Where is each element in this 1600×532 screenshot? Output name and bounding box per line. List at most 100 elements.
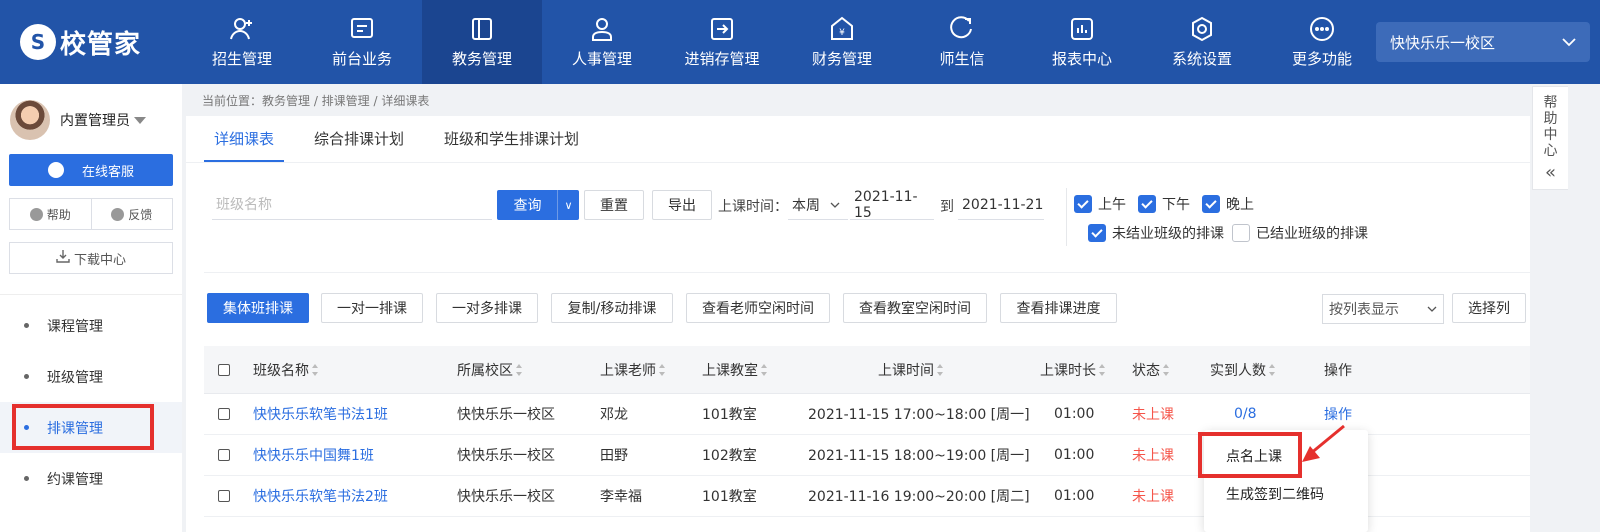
nav-item-front-desk[interactable]: 前台业务	[302, 0, 422, 84]
tab-overall-plan[interactable]: 综合排课计划	[304, 116, 414, 162]
teacher-free-time-button[interactable]: 查看老师空闲时间	[686, 293, 830, 323]
col-classroom[interactable]: 上课教室	[702, 346, 768, 393]
morning-checkbox[interactable]: 上午	[1074, 194, 1126, 214]
help-char: 心	[1543, 143, 1558, 159]
query-button[interactable]: 查询	[497, 190, 558, 220]
feedback-label: 反馈	[128, 207, 153, 222]
checkbox-icon	[218, 490, 230, 502]
room-free-time-button[interactable]: 查看教室空闲时间	[843, 293, 987, 323]
nav-label: 师生信	[939, 49, 985, 68]
export-button[interactable]: 导出	[652, 190, 712, 220]
nav-item-hr[interactable]: 人事管理	[542, 0, 662, 84]
question-icon	[29, 207, 43, 221]
col-label: 上课老师	[600, 362, 656, 379]
classroom-cell: 101教室	[702, 489, 757, 505]
col-status[interactable]: 状态	[1132, 346, 1170, 393]
evening-checkbox[interactable]: 晚上	[1202, 194, 1254, 214]
logo[interactable]: S 校管家	[20, 24, 141, 60]
tab-detailed-schedule[interactable]: 详细课表	[204, 116, 285, 162]
col-class-name[interactable]: 班级名称	[253, 346, 319, 393]
nav-item-reports[interactable]: 报表中心	[1022, 0, 1142, 84]
campus-selector[interactable]: 快快乐乐一校区	[1376, 22, 1590, 62]
help-char: 帮	[1543, 95, 1558, 111]
view-mode-value: 按列表显示	[1329, 302, 1399, 318]
group-class-schedule-button[interactable]: 集体班排课	[207, 293, 309, 323]
col-attendance[interactable]: 实到人数	[1210, 346, 1276, 393]
double-chevron-down-icon[interactable]: ∨	[557, 190, 579, 220]
sidebar-item-classes[interactable]: 班级管理	[0, 351, 182, 402]
one-to-many-schedule-button[interactable]: 一对多排课	[436, 293, 538, 323]
col-duration[interactable]: 上课时长	[1040, 346, 1106, 393]
highlight-box-roll-call	[1198, 432, 1302, 478]
sidebar: 内置管理员 在线客服 帮助 反馈 下载中心 课程管理 班级管理 排课管理 约课管…	[0, 84, 182, 532]
nav-item-settings[interactable]: 系统设置	[1142, 0, 1262, 84]
view-mode-select[interactable]: 按列表显示	[1322, 294, 1444, 324]
nav-item-admissions[interactable]: 招生管理	[182, 0, 302, 84]
campus-label: 快快乐乐一校区	[1390, 33, 1496, 52]
copy-move-schedule-button[interactable]: 复制/移动排课	[551, 293, 673, 323]
nav-item-messages[interactable]: 师生信	[902, 0, 1022, 84]
row-checkbox[interactable]	[218, 394, 230, 434]
status-cell: 未上课	[1132, 448, 1174, 464]
highlight-box-scheduling	[12, 404, 154, 450]
col-campus[interactable]: 所属校区	[457, 346, 523, 393]
select-columns-button[interactable]: 选择列	[1452, 293, 1526, 323]
period-select[interactable]: 本周	[788, 190, 848, 220]
one-to-one-schedule-button[interactable]: 一对一排课	[321, 293, 423, 323]
attendance-link[interactable]: 0/8	[1234, 394, 1257, 434]
online-service-button[interactable]: 在线客服	[9, 154, 173, 186]
class-name-link[interactable]: 快快乐乐中国舞1班	[253, 435, 374, 475]
select-all-checkbox[interactable]	[218, 346, 230, 393]
feedback-button[interactable]: 反馈	[90, 199, 173, 229]
afternoon-checkbox[interactable]: 下午	[1138, 194, 1190, 214]
reset-button[interactable]: 重置	[584, 190, 644, 220]
nav-label: 报表中心	[1051, 49, 1112, 68]
sort-icon	[937, 363, 944, 376]
nav-item-finance[interactable]: ¥ 财务管理	[782, 0, 902, 84]
user-menu[interactable]: 内置管理员	[10, 100, 146, 140]
row-checkbox[interactable]	[218, 476, 230, 516]
settings-icon	[1189, 16, 1215, 42]
help-label: 帮助	[46, 207, 71, 222]
nav-label: 系统设置	[1171, 49, 1232, 68]
nav-item-more[interactable]: 更多功能	[1262, 0, 1382, 84]
sidebar-item-courses[interactable]: 课程管理	[0, 300, 182, 351]
help-center-tab[interactable]: 帮 助 中 心 «	[1532, 86, 1568, 190]
tab-class-student-plan[interactable]: 班级和学生排课计划	[434, 116, 589, 162]
class-time-label: 上课时间：	[718, 199, 788, 215]
date-from-input[interactable]: 2021-11-15	[850, 189, 934, 221]
double-chevron-left-icon: «	[1544, 162, 1556, 183]
class-name-input[interactable]	[212, 190, 492, 220]
checkbox-icon	[218, 449, 230, 461]
bullet-icon	[24, 476, 29, 481]
class-name-link[interactable]: 快快乐乐软笔书法2班	[253, 476, 388, 516]
class-name-link[interactable]: 快快乐乐软笔书法1班	[253, 394, 388, 434]
unfinished-class-checkbox[interactable]: 未结业班级的排课	[1088, 223, 1224, 243]
date-to-input[interactable]: 2021-11-21	[958, 190, 1044, 220]
col-label: 上课时间	[878, 362, 934, 379]
finished-class-checkbox[interactable]: 已结业班级的排课	[1232, 223, 1368, 243]
nav-item-academic[interactable]: 教务管理	[422, 0, 542, 84]
chat-bubble-icon	[47, 162, 64, 178]
sidebar-item-booking[interactable]: 约课管理	[0, 453, 182, 504]
finance-icon: ¥	[829, 16, 855, 42]
help-button[interactable]: 帮助	[10, 199, 91, 229]
sort-icon	[659, 363, 666, 376]
nav-item-inventory[interactable]: 进销存管理	[662, 0, 782, 84]
menu-item-generate-qr[interactable]: 生成签到二维码	[1226, 484, 1324, 504]
time-cell: 2021-11-16 19:00~20:00 [周二]	[808, 489, 1030, 505]
sort-icon	[312, 363, 319, 376]
user-name: 内置管理员	[60, 113, 130, 129]
schedule-progress-button[interactable]: 查看排课进度	[1000, 293, 1117, 323]
window-icon	[349, 16, 375, 42]
logo-text: 校管家	[60, 29, 142, 60]
tab-bar: 详细课表 综合排课计划 班级和学生排课计划	[204, 116, 609, 162]
col-class-time[interactable]: 上课时间	[878, 346, 944, 393]
col-teacher[interactable]: 上课老师	[600, 346, 666, 393]
row-checkbox[interactable]	[218, 435, 230, 475]
sort-icon	[1269, 363, 1276, 376]
person-icon	[589, 16, 615, 42]
period-value: 本周	[792, 197, 820, 214]
download-center-button[interactable]: 下载中心	[9, 242, 173, 274]
table-header: 班级名称 所属校区 上课老师 上课教室 上课时间 上课时长 状态 实到人数 操作	[204, 346, 1530, 394]
